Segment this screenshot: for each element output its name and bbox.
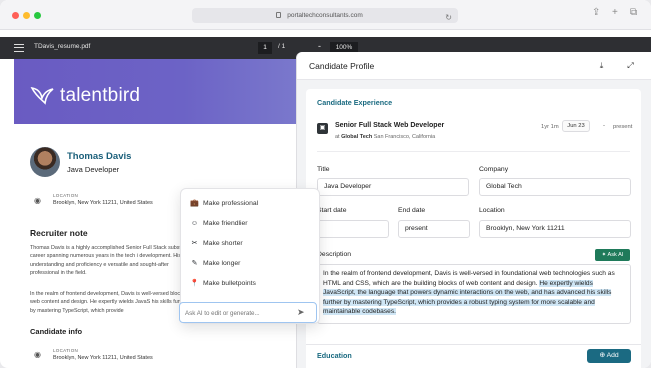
ask-ai-input-box: ➤ bbox=[179, 302, 317, 323]
job-start-badge: Jun 23 bbox=[562, 120, 590, 132]
pdf-filename: TDavis_resume.pdf bbox=[34, 43, 91, 50]
avatar bbox=[30, 147, 60, 177]
description-textarea[interactable]: In the realm of frontend development, Da… bbox=[317, 264, 631, 324]
browser-window: portaltechconsultants.com ↻ ⇪ + ⧉ TDavis… bbox=[0, 0, 651, 368]
menu-item-label: Make friendlier bbox=[203, 220, 248, 227]
ask-ai-button[interactable]: ✦ Ask AI bbox=[595, 249, 630, 261]
panel-title: Candidate Profile bbox=[309, 61, 375, 71]
menu-item-make-friendlier[interactable]: ☺ Make friendlier bbox=[181, 214, 319, 234]
add-education-button[interactable]: ⊕ Add bbox=[587, 349, 631, 363]
menu-item-label: Make shorter bbox=[203, 240, 243, 247]
close-window-button[interactable] bbox=[12, 12, 19, 19]
location-pin-icon: ◉ bbox=[34, 196, 41, 205]
new-tab-icon[interactable]: + bbox=[612, 7, 618, 18]
briefcase-icon: ▣ bbox=[317, 123, 328, 134]
start-date-field[interactable] bbox=[317, 220, 389, 238]
company-label: Company bbox=[479, 166, 509, 173]
share-icon[interactable]: ⇪ bbox=[592, 7, 600, 18]
send-icon[interactable]: ➤ bbox=[297, 307, 305, 318]
candidate-location-value: Brooklyn, New York 11211, United States bbox=[53, 355, 153, 361]
zoom-out-button[interactable]: - bbox=[318, 41, 321, 51]
menu-item-label: Make longer bbox=[203, 260, 241, 267]
menu-item-make-shorter[interactable]: ✂ Make shorter bbox=[181, 234, 319, 254]
end-date-label: End date bbox=[398, 207, 426, 214]
url-text: portaltechconsultants.com bbox=[287, 12, 363, 19]
scissors-icon: ✂ bbox=[191, 240, 198, 247]
experience-section-title: Candidate Experience bbox=[317, 98, 393, 107]
experience-card: Candidate Experience ▣ Senior Full Stack… bbox=[306, 89, 641, 368]
job-date-separator: - bbox=[603, 123, 605, 129]
ask-ai-input[interactable] bbox=[185, 307, 293, 319]
job-company-line: at Global Tech San Francisco, California bbox=[335, 134, 435, 140]
menu-item-make-longer[interactable]: ✎ Make longer bbox=[181, 254, 319, 274]
tabs-overview-icon[interactable]: ⧉ bbox=[630, 7, 637, 18]
page-total: / 1 bbox=[278, 43, 286, 50]
location-value: Brooklyn, New York 11211, United States bbox=[53, 200, 153, 206]
recruiter-note-paragraph-2: In the realm of frontend development, Da… bbox=[30, 291, 192, 314]
company-field[interactable]: Global Tech bbox=[479, 178, 631, 196]
menu-item-make-bulletpoints[interactable]: 📍 Make bulletpoints bbox=[181, 274, 319, 294]
expand-icon[interactable]: ⤢ bbox=[623, 58, 638, 73]
panel-header: Candidate Profile ⤓ ⤢ bbox=[297, 52, 651, 80]
menu-item-make-professional[interactable]: 💼 Make professional bbox=[181, 194, 319, 214]
smile-icon: ☺ bbox=[190, 220, 199, 227]
browser-toolbar: portaltechconsultants.com ↻ ⇪ + ⧉ bbox=[0, 0, 651, 30]
divider bbox=[317, 151, 630, 152]
lock-icon bbox=[276, 12, 281, 18]
ask-ai-label: Ask AI bbox=[607, 252, 624, 258]
candidate-info-title: Candidate info bbox=[30, 327, 83, 336]
maximize-window-button[interactable] bbox=[34, 12, 41, 19]
candidate-profile-panel: Candidate Profile ⤓ ⤢ Candidate Experien… bbox=[296, 52, 651, 368]
job-duration: 1yr 1m bbox=[541, 124, 559, 130]
title-label: Title bbox=[317, 166, 330, 173]
menu-item-label: Make professional bbox=[203, 200, 259, 207]
title-field[interactable]: Java Developer bbox=[317, 178, 469, 196]
download-icon[interactable]: ⤓ bbox=[594, 58, 609, 73]
candidate-role: Java Developer bbox=[67, 165, 120, 174]
menu-item-label: Make bulletpoints bbox=[203, 280, 256, 287]
candidate-name: Thomas Davis bbox=[67, 151, 132, 162]
pencil-icon: ✎ bbox=[191, 260, 198, 267]
briefcase-icon: 💼 bbox=[190, 200, 199, 207]
location-label: Location bbox=[479, 207, 505, 214]
education-section-title: Education bbox=[317, 351, 352, 360]
location-field[interactable]: Brooklyn, New York 11211 bbox=[479, 220, 631, 238]
pin-icon: 📍 bbox=[190, 280, 199, 287]
education-card: Education ⊕ Add bbox=[306, 344, 641, 368]
start-date-label: Start date bbox=[317, 207, 347, 214]
talentbird-logo-icon bbox=[30, 86, 54, 105]
brand-name: talentbird bbox=[60, 85, 141, 106]
candidate-location-label: LOCATION bbox=[53, 348, 79, 353]
end-date-field[interactable]: present bbox=[398, 220, 470, 238]
add-button-label: Add bbox=[606, 352, 619, 359]
job-company: Global Tech bbox=[341, 134, 373, 140]
location-label: LOCATION bbox=[53, 193, 79, 198]
job-title: Senior Full Stack Web Developer bbox=[335, 122, 445, 129]
job-end: present bbox=[613, 124, 633, 130]
page-number-input[interactable]: 1 bbox=[258, 42, 272, 54]
address-bar[interactable]: portaltechconsultants.com ↻ bbox=[192, 8, 458, 23]
resume-banner: talentbird bbox=[14, 59, 296, 124]
description-label: Description bbox=[317, 251, 351, 258]
menu-icon[interactable] bbox=[14, 44, 24, 52]
recruiter-note-title: Recruiter note bbox=[30, 228, 88, 238]
location-pin-icon: ◉ bbox=[34, 350, 41, 359]
minimize-window-button[interactable] bbox=[23, 12, 30, 19]
job-at-label: at bbox=[335, 134, 340, 140]
recruiter-note-paragraph-1: Thomas Davis is a highly accomplished Se… bbox=[30, 245, 195, 277]
job-location: San Francisco, California bbox=[373, 134, 436, 140]
reload-icon[interactable]: ↻ bbox=[445, 10, 452, 25]
